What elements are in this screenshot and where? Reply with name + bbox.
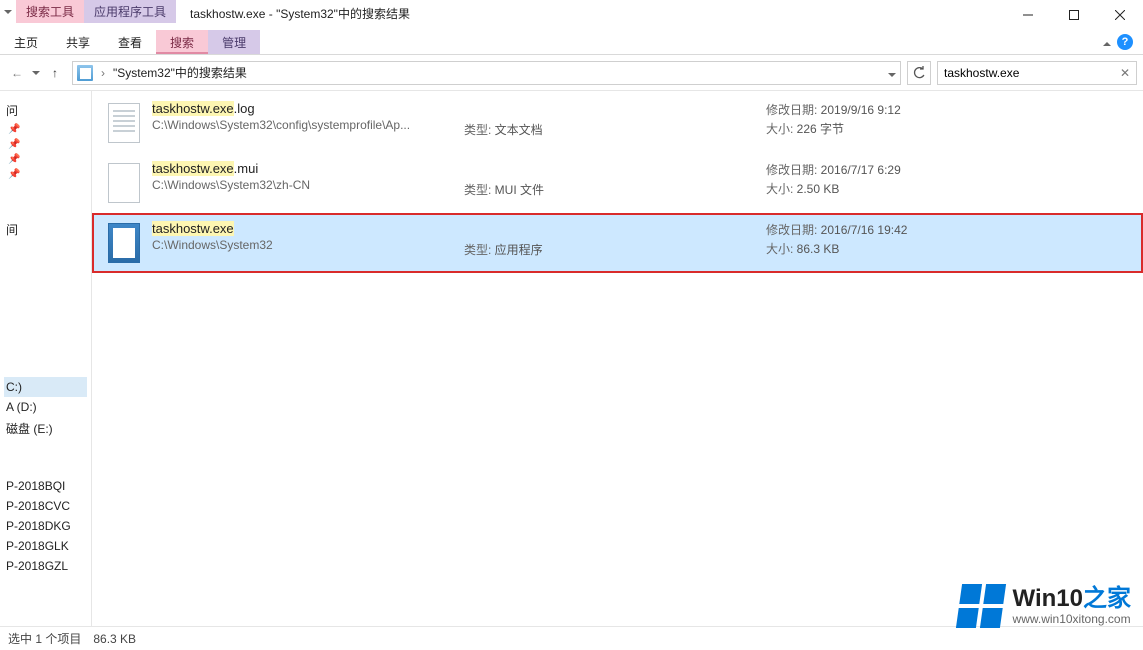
breadcrumb[interactable]: "System32"中的搜索结果 <box>113 64 247 81</box>
up-button[interactable]: ↑ <box>44 62 66 84</box>
result-path: C:\Windows\System32\zh-CN <box>152 178 452 192</box>
watermark: Win10之家 www.win10xitong.com <box>959 584 1131 628</box>
tab-home[interactable]: 主页 <box>0 30 52 54</box>
sidebar-item-network[interactable]: P-2018GLK <box>4 536 87 556</box>
maximize-button[interactable] <box>1051 0 1097 30</box>
status-bar: 选中 1 个项目 86.3 KB <box>0 626 1143 650</box>
title-bar: 搜索工具 应用程序工具 taskhostw.exe - "System32"中的… <box>0 0 1143 30</box>
sidebar-item-drive-e[interactable]: 磁盘 (E:) <box>4 417 87 440</box>
status-size: 86.3 KB <box>93 632 136 646</box>
result-row[interactable]: taskhostw.exe.mui C:\Windows\System32\zh-… <box>92 153 1143 213</box>
qat-dropdown-icon[interactable] <box>4 10 12 14</box>
clear-search-icon[interactable]: ✕ <box>1120 66 1130 80</box>
back-button[interactable]: ← <box>6 62 28 84</box>
pin-icon: 📌 <box>8 139 20 150</box>
file-icon <box>108 223 140 263</box>
tab-search[interactable]: 搜索 <box>156 30 208 54</box>
watermark-brand-a: Win10 <box>1013 585 1083 612</box>
address-dropdown-icon[interactable] <box>888 66 896 80</box>
sidebar-item-drive-c[interactable]: C:) <box>4 377 87 397</box>
tab-share[interactable]: 共享 <box>52 30 104 54</box>
navigation-pane: 问 📌 📌 📌 📌 间 C:) A (D:) 磁盘 (E:) P-2018BQI… <box>0 91 92 626</box>
pin-icon: 📌 <box>8 154 20 165</box>
window-title: taskhostw.exe - "System32"中的搜索结果 <box>176 1 424 22</box>
result-filename: taskhostw.exe.mui <box>152 161 452 176</box>
watermark-brand-b: 之家 <box>1083 585 1131 612</box>
windows-logo-icon <box>955 584 1005 628</box>
minimize-button[interactable] <box>1005 0 1051 30</box>
contextual-tab-app-tools: 应用程序工具 <box>84 0 176 23</box>
sidebar-pin-row: 📌 <box>4 122 87 137</box>
sidebar-item-network[interactable]: P-2018GZL <box>4 556 87 576</box>
search-input[interactable] <box>944 66 1114 80</box>
result-size: 大小: 226 字节 <box>766 120 986 137</box>
address-box[interactable]: › "System32"中的搜索结果 <box>72 61 901 85</box>
help-icon[interactable]: ? <box>1117 34 1133 50</box>
history-dropdown-icon[interactable] <box>32 71 40 75</box>
result-date: 修改日期: 2016/7/16 19:42 <box>766 221 986 238</box>
sidebar-item-network[interactable]: P-2018BQI <box>4 476 87 496</box>
close-button[interactable] <box>1097 0 1143 30</box>
pin-icon: 📌 <box>8 169 20 180</box>
result-filename: taskhostw.exe.log <box>152 101 452 116</box>
location-icon <box>77 65 93 81</box>
sidebar-item-drive-d[interactable]: A (D:) <box>4 397 87 417</box>
sidebar-item-thispc[interactable]: 间 <box>4 218 87 241</box>
result-size: 大小: 86.3 KB <box>766 240 986 257</box>
contextual-tab-search-tools: 搜索工具 <box>16 0 84 23</box>
result-row[interactable]: taskhostw.exe C:\Windows\System32 类型: 应用程序… <box>92 213 1143 273</box>
tab-view[interactable]: 查看 <box>104 30 156 54</box>
result-type: 类型: 应用程序 <box>464 221 754 258</box>
search-box[interactable]: ✕ <box>937 61 1137 85</box>
file-icon <box>108 163 140 203</box>
result-type: 类型: 文本文档 <box>464 101 754 138</box>
status-selection: 选中 1 个项目 <box>8 630 81 647</box>
ribbon-tabs: 主页 共享 查看 搜索 管理 ? <box>0 30 1143 55</box>
sidebar-item-quick[interactable]: 问 <box>4 99 87 122</box>
crumb-separator-icon: › <box>99 66 107 80</box>
refresh-button[interactable] <box>907 61 931 85</box>
result-type: 类型: MUI 文件 <box>464 161 754 198</box>
result-path: C:\Windows\System32\config\systemprofile… <box>152 118 452 132</box>
result-size: 大小: 2.50 KB <box>766 180 986 197</box>
ribbon-collapse-icon[interactable] <box>1103 42 1111 46</box>
result-date: 修改日期: 2019/9/16 9:12 <box>766 101 986 118</box>
pin-icon: 📌 <box>8 124 20 135</box>
sidebar-item-network[interactable]: P-2018CVC <box>4 496 87 516</box>
quick-access-toolbar <box>0 8 16 16</box>
result-filename: taskhostw.exe <box>152 221 452 236</box>
tab-manage[interactable]: 管理 <box>208 30 260 54</box>
result-path: C:\Windows\System32 <box>152 238 452 252</box>
file-icon <box>108 103 140 143</box>
watermark-url: www.win10xitong.com <box>1013 613 1131 626</box>
result-row[interactable]: taskhostw.exe.log C:\Windows\System32\con… <box>92 93 1143 153</box>
result-date: 修改日期: 2016/7/17 6:29 <box>766 161 986 178</box>
address-toolbar: ← → ↑ › "System32"中的搜索结果 ✕ <box>0 55 1143 91</box>
search-results: taskhostw.exe.log C:\Windows\System32\con… <box>92 91 1143 626</box>
sidebar-item-network[interactable]: P-2018DKG <box>4 516 87 536</box>
